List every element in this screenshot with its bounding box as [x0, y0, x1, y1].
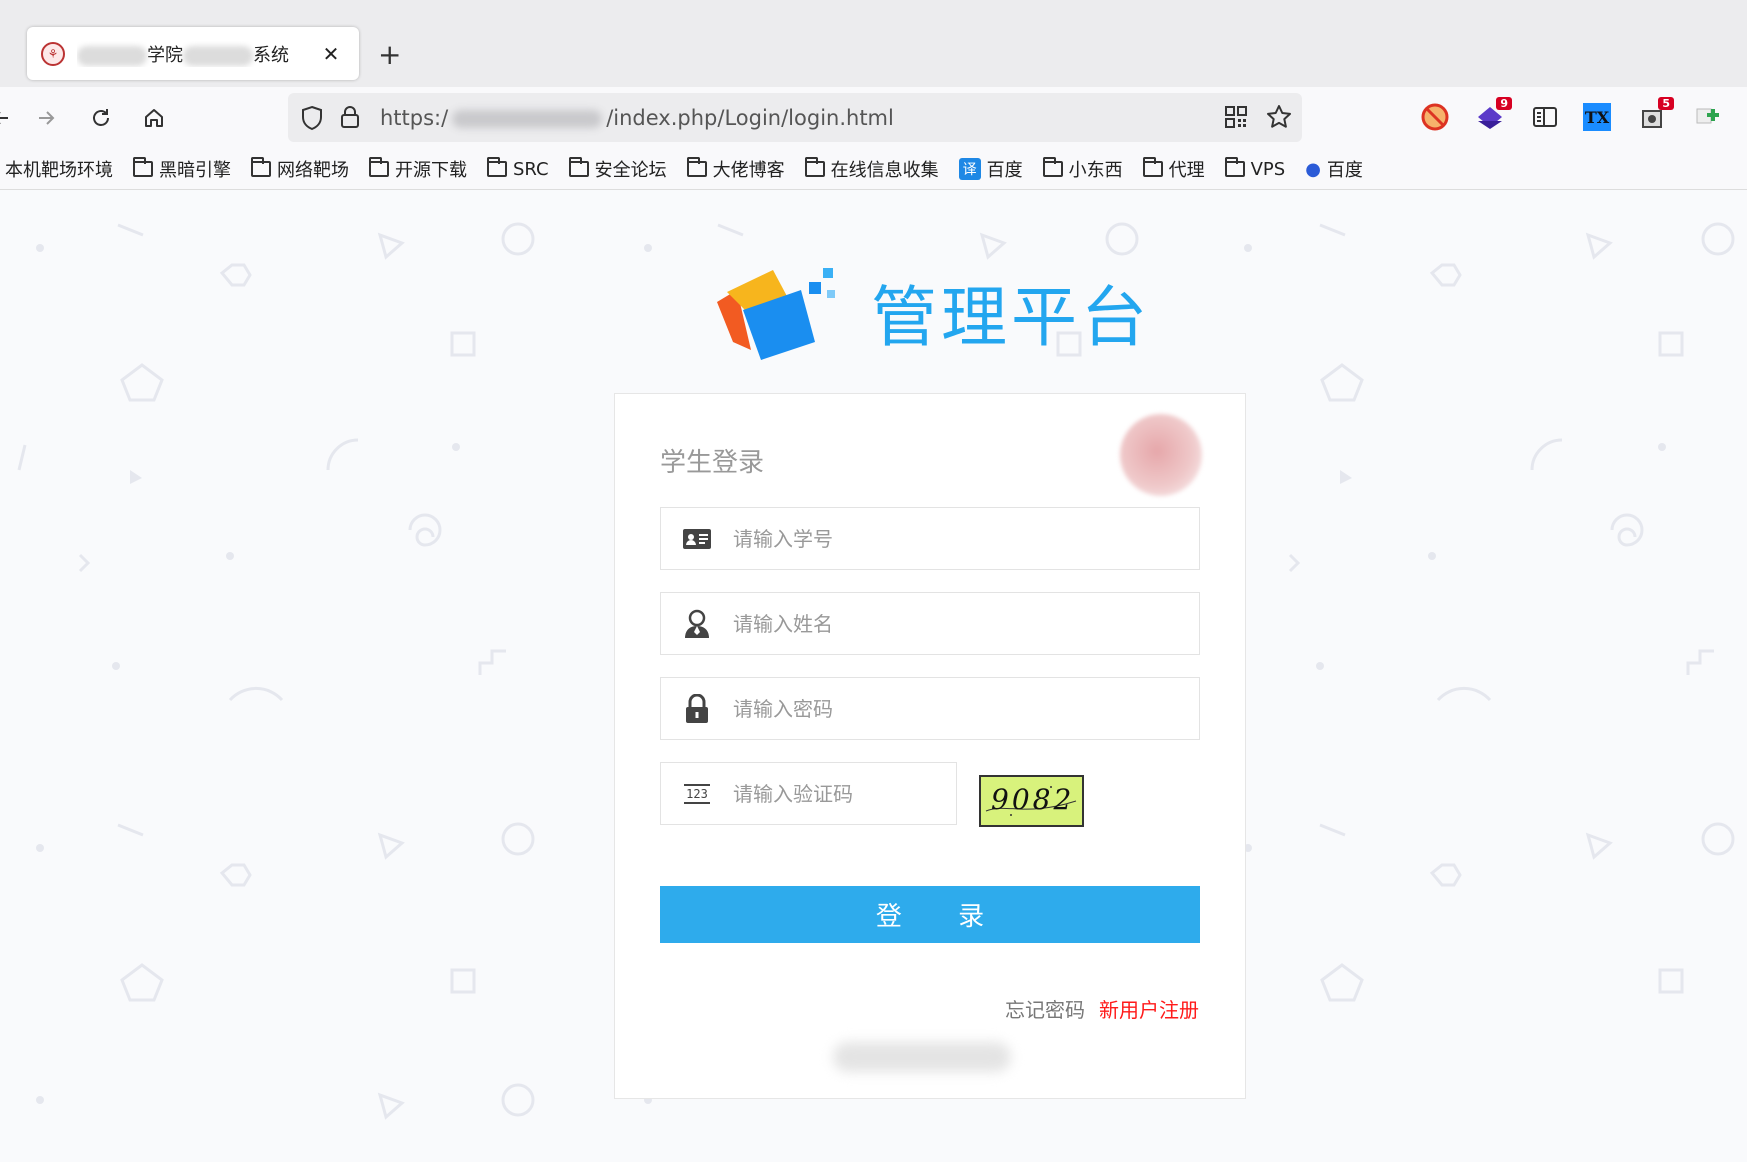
url-text[interactable]: https:/ /index.php/Login/login.html	[380, 106, 894, 130]
bookmark-folder[interactable]: 黑暗引擎	[133, 156, 231, 182]
tx-icon[interactable]: TX	[1583, 103, 1611, 131]
bookmark-item[interactable]: 译百度	[958, 156, 1023, 182]
browser-tab-bar: ⚘ 学院 系统 ✕ +	[0, 0, 1747, 87]
name-input[interactable]	[733, 603, 1173, 644]
new-tab-button[interactable]: +	[378, 38, 401, 71]
reader-view-icon[interactable]	[1531, 103, 1561, 133]
bookmark-folder[interactable]: VPS	[1224, 157, 1286, 180]
redacted-text	[183, 45, 253, 66]
bookmark-label: 开源下载	[395, 160, 467, 181]
captcha-icon-text: 123	[684, 783, 710, 804]
bookmark-folder[interactable]: 安全论坛	[568, 156, 667, 182]
tab-title-part: 系统	[253, 44, 289, 66]
url-path: /index.php/Login/login.html	[606, 106, 894, 130]
bookmark-label: VPS	[1250, 158, 1286, 180]
bookmark-label: SRC	[513, 158, 549, 180]
folder-icon	[568, 157, 589, 177]
student-id-field[interactable]	[660, 507, 1200, 570]
folder-icon	[1042, 157, 1063, 177]
bookmark-item[interactable]: ● 百度	[1305, 156, 1363, 182]
id-card-icon	[661, 528, 733, 550]
folder-icon	[686, 157, 707, 177]
folder-icon	[487, 157, 507, 177]
address-bar[interactable]: https:/ /index.php/Login/login.html	[288, 93, 1302, 142]
avatar	[1120, 414, 1202, 496]
login-title: 学生登录	[660, 448, 765, 478]
bookmark-label: 网络靶场	[277, 160, 349, 181]
login-card: 学生登录 123	[614, 393, 1246, 1099]
translate-icon: 译	[958, 158, 981, 180]
screenshot-icon[interactable]: 5	[1638, 97, 1674, 133]
folder-icon	[1224, 157, 1245, 177]
redacted-text	[77, 45, 147, 66]
brand-title: 管理平台	[871, 279, 1151, 356]
password-field[interactable]	[660, 677, 1200, 740]
reload-icon[interactable]	[86, 103, 116, 133]
bookmark-folder[interactable]: 小东西	[1042, 156, 1123, 182]
noscript-icon[interactable]	[1421, 103, 1451, 133]
lock-icon	[661, 693, 733, 724]
qr-code-icon[interactable]	[1224, 105, 1248, 133]
bookmark-folder[interactable]: 网络靶场	[251, 156, 349, 182]
captcha-image[interactable]: 9082	[979, 775, 1084, 827]
bookmark-label: 代理	[1168, 160, 1205, 181]
captcha-text: 9082	[991, 783, 1075, 816]
brand-logo: 管理平台	[713, 262, 1151, 362]
bookmark-star-icon[interactable]	[1266, 104, 1292, 134]
bookmark-folder[interactable]: 代理	[1142, 156, 1205, 182]
tracking-shield-icon[interactable]	[300, 105, 324, 135]
bookmark-label: 在线信息收集	[830, 160, 939, 181]
tx-label: TX	[1584, 107, 1610, 127]
name-field[interactable]	[660, 592, 1200, 655]
forgot-password-link[interactable]: 忘记密码	[1005, 994, 1085, 1023]
tab-title: 学院 系统	[77, 41, 317, 67]
bookmark-label: 安全论坛	[594, 160, 667, 181]
bookmark-label: 本机靶场环境	[5, 160, 113, 181]
add-extension-icon[interactable]	[1693, 103, 1723, 133]
folder-icon	[369, 157, 389, 177]
bookmark-label: 大佬博客	[712, 160, 785, 181]
url-prefix: https:/	[380, 106, 449, 130]
bookmark-item[interactable]: 本机靶场环境	[5, 156, 113, 182]
extension-icon[interactable]: 9	[1476, 97, 1512, 133]
captcha-input[interactable]	[733, 773, 943, 814]
bookmark-folder[interactable]: 开源下载	[369, 156, 467, 182]
login-button[interactable]: 登 录	[660, 886, 1200, 943]
folder-icon	[251, 157, 271, 177]
bookmark-label: 小东西	[1068, 160, 1123, 181]
home-icon[interactable]	[139, 103, 169, 133]
redacted-footer	[833, 1042, 1011, 1072]
browser-tab[interactable]: ⚘ 学院 系统 ✕	[27, 27, 359, 80]
forward-arrow-icon[interactable]	[31, 103, 61, 133]
lock-icon[interactable]	[340, 105, 360, 133]
form-links: 忘记密码 新用户注册	[1005, 994, 1199, 1023]
logo-mark-icon	[717, 268, 835, 360]
captcha-code-icon: 123	[661, 783, 733, 804]
bookmark-folder[interactable]: SRC	[487, 157, 549, 180]
bookmark-folder[interactable]: 大佬博客	[686, 156, 785, 182]
folder-icon	[804, 157, 825, 177]
captcha-field[interactable]: 123	[660, 762, 957, 825]
redacted-host	[452, 110, 603, 128]
student-id-input[interactable]	[733, 518, 1173, 559]
bookmark-folder[interactable]: 在线信息收集	[804, 156, 939, 182]
close-tab-icon[interactable]: ✕	[317, 42, 345, 66]
tab-title-part: 学院	[147, 44, 183, 66]
bookmark-label: 黑暗引擎	[159, 160, 231, 181]
bookmark-label: 百度	[986, 160, 1023, 181]
bookmarks-bar: 本机靶场环境 黑暗引擎 网络靶场 开源下载 SRC 安全论坛 大佬博客 在线信息…	[0, 149, 1747, 190]
user-icon	[661, 609, 733, 639]
screenshot-badge: 5	[1658, 97, 1674, 110]
back-arrow-icon[interactable]	[0, 103, 16, 133]
bookmark-label: 百度	[1326, 160, 1363, 181]
browser-nav-bar: https://index.php/Login/login.html 9 TX …	[0, 87, 1747, 149]
folder-icon	[1142, 157, 1163, 177]
password-input[interactable]	[733, 688, 1173, 729]
login-page: 管理平台 学生登录 123	[0, 190, 1747, 1162]
register-link[interactable]: 新用户注册	[1099, 994, 1199, 1023]
folder-icon	[133, 157, 153, 177]
baidu-paw-icon: ●	[1305, 158, 1321, 180]
extension-badge: 9	[1496, 97, 1512, 110]
site-favicon-icon: ⚘	[41, 41, 65, 66]
